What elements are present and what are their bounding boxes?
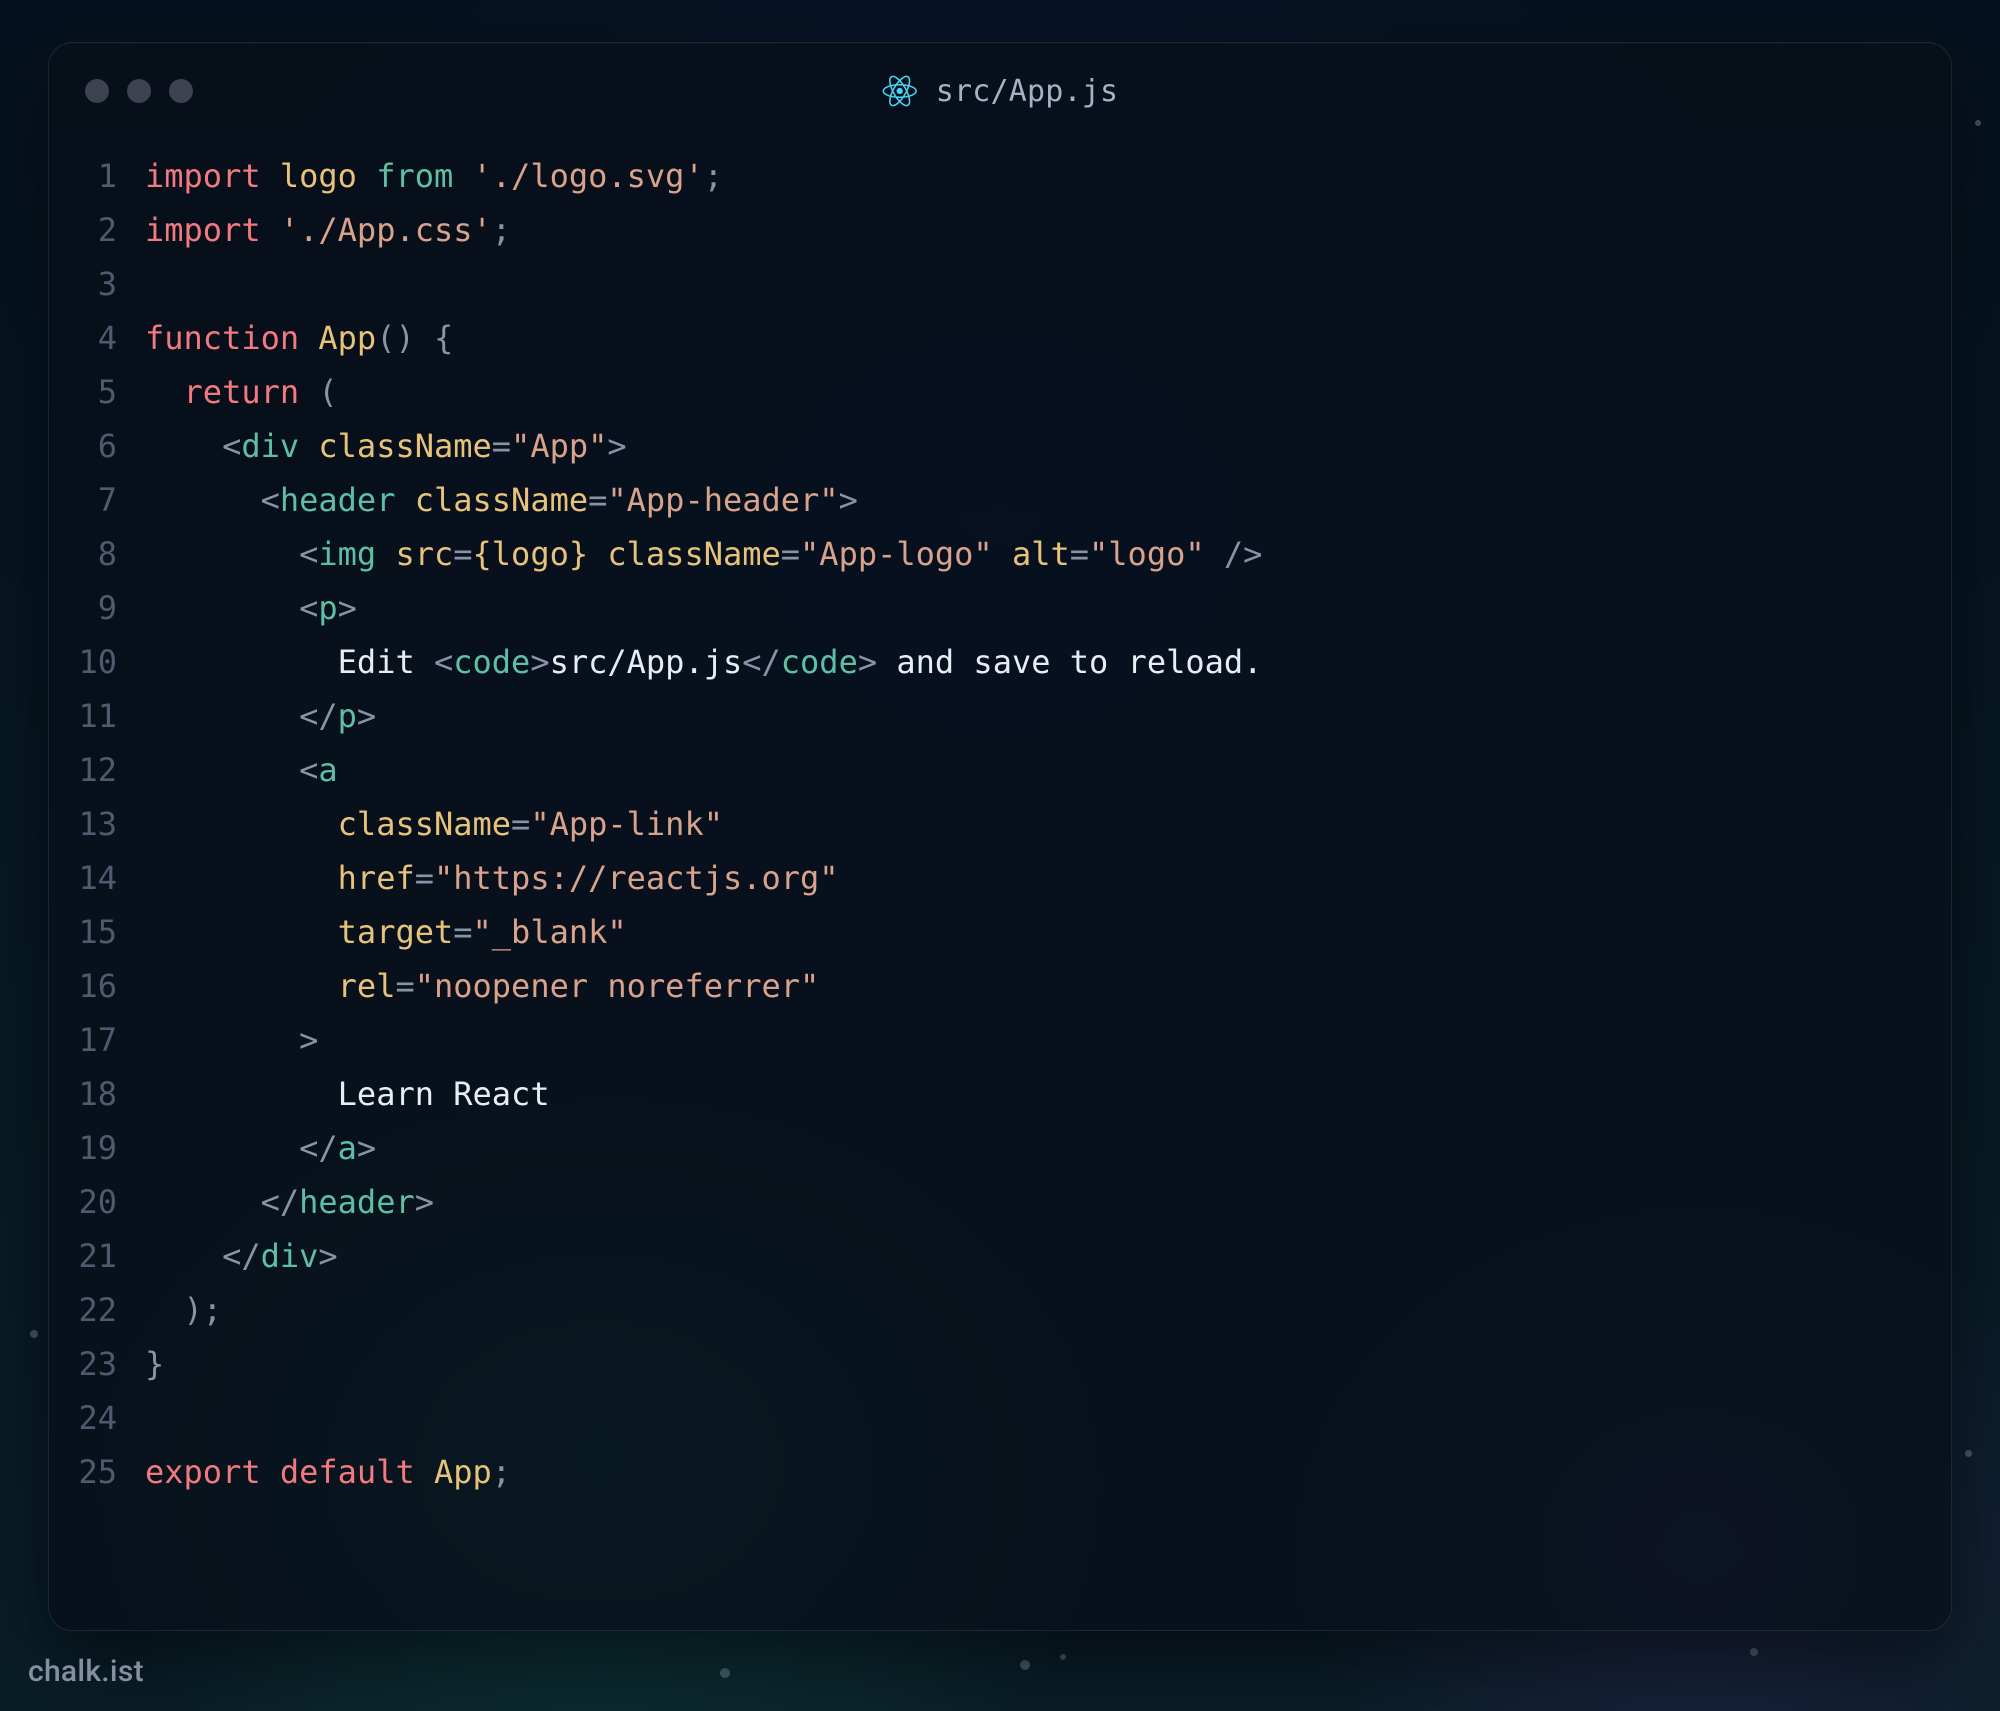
line-number: 7 (67, 473, 145, 527)
code-line: 15 target="_blank" (67, 905, 1921, 959)
code-editor[interactable]: 1import logo from './logo.svg';2import '… (49, 139, 1951, 1529)
code-line: 25export default App; (67, 1445, 1921, 1499)
code-line: 23} (67, 1337, 1921, 1391)
particle (1965, 1450, 1972, 1457)
code-content: > (145, 1013, 318, 1067)
code-line: 5 return ( (67, 365, 1921, 419)
code-line: 24 (67, 1391, 1921, 1445)
line-number: 13 (67, 797, 145, 851)
code-content: </a> (145, 1121, 376, 1175)
code-content: ); (145, 1283, 222, 1337)
code-content: </div> (145, 1229, 338, 1283)
code-content: export default App; (145, 1445, 511, 1499)
code-line: 21 </div> (67, 1229, 1921, 1283)
line-number: 14 (67, 851, 145, 905)
line-number: 9 (67, 581, 145, 635)
window-title-text: src/App.js (936, 74, 1119, 109)
code-content: className="App-link" (145, 797, 723, 851)
line-number: 6 (67, 419, 145, 473)
particle (1020, 1660, 1030, 1670)
react-icon (882, 73, 918, 109)
code-line: 14 href="https://reactjs.org" (67, 851, 1921, 905)
zoom-icon[interactable] (169, 79, 193, 103)
particle (720, 1668, 730, 1678)
close-icon[interactable] (85, 79, 109, 103)
code-line: 20 </header> (67, 1175, 1921, 1229)
code-content: <img src={logo} className="App-logo" alt… (145, 527, 1262, 581)
code-content: } (145, 1337, 164, 1391)
code-window: src/App.js 1import logo from './logo.svg… (48, 42, 1952, 1631)
code-content: Learn React (145, 1067, 550, 1121)
code-line: 13 className="App-link" (67, 797, 1921, 851)
code-content: <header className="App-header"> (145, 473, 858, 527)
particle (1975, 120, 1981, 126)
line-number: 20 (67, 1175, 145, 1229)
line-number: 25 (67, 1445, 145, 1499)
minimize-icon[interactable] (127, 79, 151, 103)
code-line: 16 rel="noopener noreferrer" (67, 959, 1921, 1013)
code-line: 7 <header className="App-header"> (67, 473, 1921, 527)
code-line: 17 > (67, 1013, 1921, 1067)
code-line: 2import './App.css'; (67, 203, 1921, 257)
line-number: 19 (67, 1121, 145, 1175)
line-number: 16 (67, 959, 145, 1013)
code-content: import logo from './logo.svg'; (145, 149, 723, 203)
code-line: 8 <img src={logo} className="App-logo" a… (67, 527, 1921, 581)
particle (1750, 1648, 1758, 1656)
code-content: import './App.css'; (145, 203, 511, 257)
line-number: 10 (67, 635, 145, 689)
titlebar: src/App.js (49, 43, 1951, 139)
line-number: 23 (67, 1337, 145, 1391)
code-content: <a (145, 743, 338, 797)
code-content: </header> (145, 1175, 434, 1229)
code-content: href="https://reactjs.org" (145, 851, 839, 905)
window-title: src/App.js (882, 73, 1119, 109)
code-content: Edit <code>src/App.js</code> and save to… (145, 635, 1262, 689)
line-number: 17 (67, 1013, 145, 1067)
code-line: 9 <p> (67, 581, 1921, 635)
line-number: 18 (67, 1067, 145, 1121)
code-line: 12 <a (67, 743, 1921, 797)
code-line: 10 Edit <code>src/App.js</code> and save… (67, 635, 1921, 689)
particle (30, 1330, 38, 1338)
line-number: 22 (67, 1283, 145, 1337)
code-content: target="_blank" (145, 905, 627, 959)
code-content (145, 1391, 164, 1445)
code-line: 3 (67, 257, 1921, 311)
code-line: 19 </a> (67, 1121, 1921, 1175)
window-controls (85, 79, 193, 103)
code-content (145, 257, 164, 311)
code-line: 1import logo from './logo.svg'; (67, 149, 1921, 203)
code-content: <div className="App"> (145, 419, 627, 473)
line-number: 12 (67, 743, 145, 797)
code-line: 11 </p> (67, 689, 1921, 743)
code-line: 18 Learn React (67, 1067, 1921, 1121)
line-number: 24 (67, 1391, 145, 1445)
line-number: 21 (67, 1229, 145, 1283)
line-number: 8 (67, 527, 145, 581)
line-number: 1 (67, 149, 145, 203)
code-content: function App() { (145, 311, 453, 365)
particle (1060, 1654, 1066, 1660)
code-content: rel="noopener noreferrer" (145, 959, 819, 1013)
code-line: 22 ); (67, 1283, 1921, 1337)
watermark: chalk.ist (28, 1654, 144, 1689)
line-number: 11 (67, 689, 145, 743)
line-number: 2 (67, 203, 145, 257)
code-content: <p> (145, 581, 357, 635)
line-number: 4 (67, 311, 145, 365)
line-number: 5 (67, 365, 145, 419)
line-number: 3 (67, 257, 145, 311)
line-number: 15 (67, 905, 145, 959)
code-line: 6 <div className="App"> (67, 419, 1921, 473)
code-content: </p> (145, 689, 376, 743)
code-content: return ( (145, 365, 338, 419)
code-line: 4function App() { (67, 311, 1921, 365)
